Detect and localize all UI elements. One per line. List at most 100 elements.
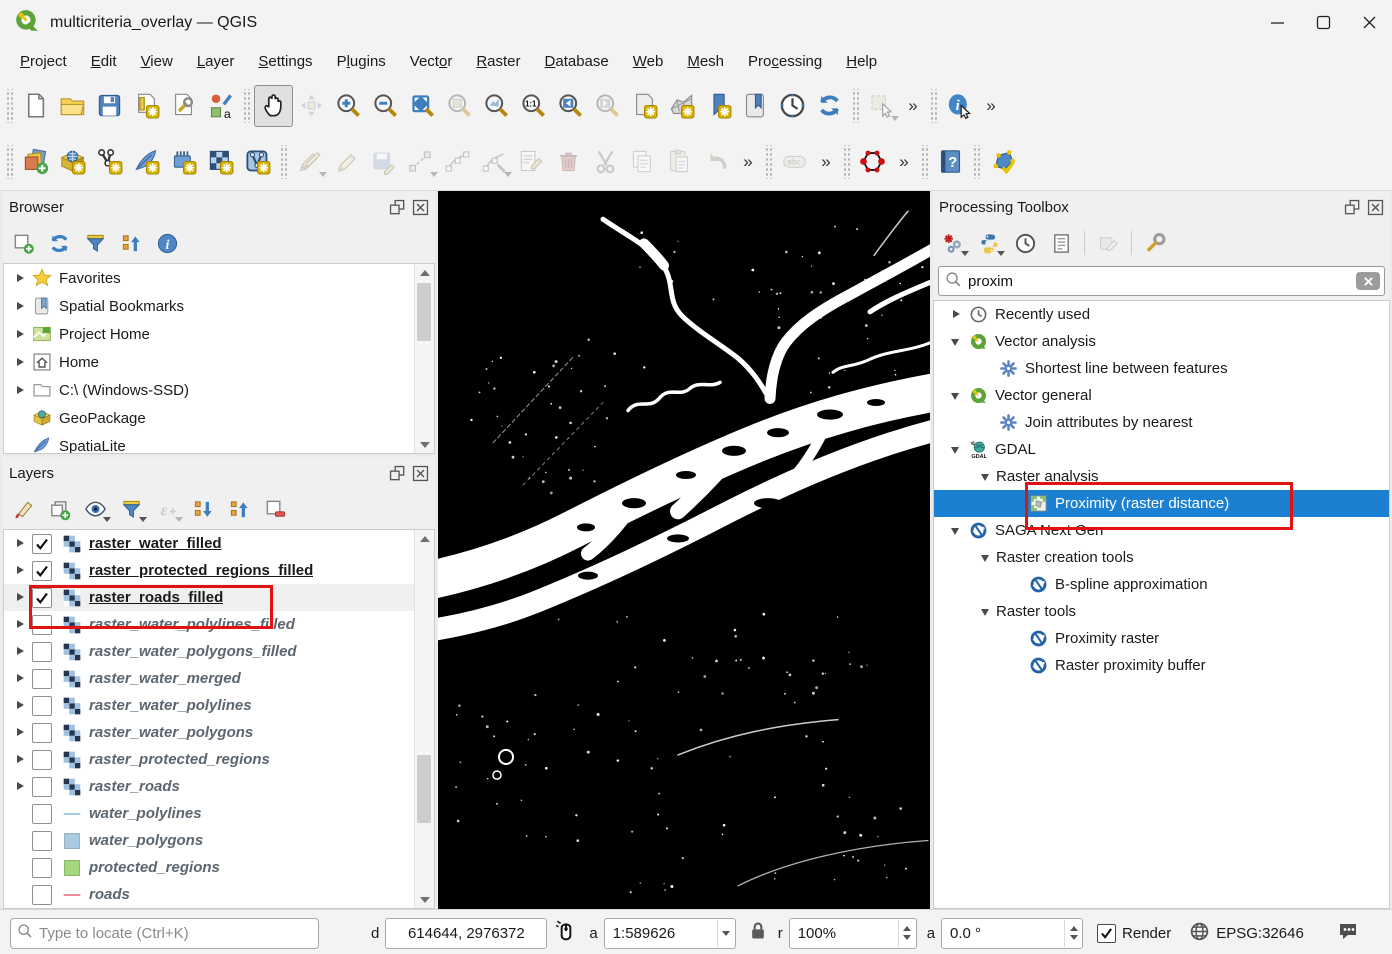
layer-item-raster_roads_filled[interactable]: raster_roads_filled [4,584,434,611]
toolbar-overflow[interactable]: » [900,96,926,116]
browser-item-geopackage[interactable]: GeoPackage [4,404,434,432]
close-button[interactable] [1346,0,1392,45]
zoom-to-layer-button[interactable] [478,86,515,126]
lock-scale-icon[interactable] [748,921,768,945]
layer-item-raster_water_filled[interactable]: raster_water_filled [4,530,434,557]
zoom-in-button[interactable] [330,86,367,126]
add-web-layer-button[interactable] [54,142,91,182]
add-spatialite-layer-button[interactable] [128,142,165,182]
new-3d-map-view-button[interactable] [663,86,700,126]
layer-visibility-checkbox[interactable] [32,615,52,635]
minimize-button[interactable] [1254,0,1300,45]
layer-visibility-checkbox[interactable] [32,642,52,662]
expander-icon[interactable] [12,536,30,552]
refresh-map-button[interactable] [811,86,848,126]
toolbox-float-icon[interactable] [1343,198,1361,216]
layers-close-icon[interactable] [411,464,429,482]
toolbar-handle[interactable] [764,145,773,179]
expander-icon[interactable] [12,382,30,398]
browser-scrollbar[interactable] [414,264,434,453]
geometry-checker-button[interactable] [984,142,1021,182]
toolbox-item-proximity-raster[interactable]: Proximity raster [934,625,1389,652]
toolbar-handle[interactable] [842,145,851,179]
menu-layer[interactable]: Layer [185,48,247,75]
filter-legend-button[interactable] [115,493,147,525]
toolbox-item-saga-next-gen[interactable]: SAGA Next Gen [934,517,1389,544]
refresh-browser-button[interactable] [43,227,75,259]
expander-icon[interactable] [12,590,30,606]
toolbar-handle[interactable] [972,145,981,179]
scroll-up-icon[interactable] [415,530,434,547]
magnifier-spinbox[interactable]: 100% [789,918,917,949]
menu-project[interactable]: Project [8,48,79,75]
expander-icon[interactable] [978,469,996,485]
layer-item-raster_water_polylines[interactable]: raster_water_polylines [4,692,434,719]
layer-visibility-checkbox[interactable] [32,561,52,581]
map-canvas[interactable] [438,191,930,909]
menu-web[interactable]: Web [621,48,676,75]
scroll-down-icon[interactable] [415,436,434,453]
expander-icon[interactable] [12,752,30,768]
toolbox-item-proximity-raster-distance-[interactable]: Proximity (raster distance) [934,490,1389,517]
toolbar-handle[interactable] [851,89,860,123]
layer-item-water_polygons[interactable]: water_polygons [4,827,434,854]
collapse-all-browser-button[interactable] [115,227,147,259]
layer-visibility-checkbox[interactable] [32,831,52,851]
layer-item-protected_regions[interactable]: protected_regions [4,854,434,881]
identify-features-button[interactable]: i [941,86,978,126]
expander-icon[interactable] [948,388,966,404]
browser-float-icon[interactable] [388,198,406,216]
dropdown-caret-icon[interactable] [891,116,899,121]
menu-edit[interactable]: Edit [79,48,129,75]
layer-item-raster_water_polygons_filled[interactable]: raster_water_polygons_filled [4,638,434,665]
expand-all-button[interactable] [187,493,219,525]
menu-view[interactable]: View [129,48,185,75]
expander-icon[interactable] [12,354,30,370]
render-checkbox[interactable] [1097,924,1116,943]
expander-icon[interactable] [948,523,966,539]
layer-item-roads[interactable]: roads [4,881,434,908]
layer-visibility-checkbox[interactable] [32,588,52,608]
toolbox-search[interactable] [938,266,1385,296]
show-spatial-bookmarks-button[interactable] [737,86,774,126]
add-selected-layers-button[interactable] [7,227,39,259]
browser-item-c-windows-ssd-[interactable]: C:\ (Windows-SSD) [4,376,434,404]
toolbox-item-raster-creation-tools[interactable]: Raster creation tools [934,544,1389,571]
expander-icon[interactable] [12,270,30,286]
remove-layer-button[interactable] [259,493,291,525]
maximize-button[interactable] [1300,0,1346,45]
dropdown-caret-icon[interactable] [103,517,111,522]
menu-mesh[interactable]: Mesh [675,48,736,75]
menu-help[interactable]: Help [834,48,889,75]
open-layer-styling-button[interactable] [7,493,39,525]
scroll-up-icon[interactable] [415,264,434,281]
toolbar-handle[interactable] [279,145,288,179]
add-virtual-layer-button[interactable] [239,142,276,182]
expander-icon[interactable] [12,671,30,687]
expander-icon[interactable] [12,698,30,714]
toolbar-overflow[interactable]: » [891,152,917,172]
add-vector-layer-button[interactable] [91,142,128,182]
layer-visibility-checkbox[interactable] [32,777,52,797]
menu-plugins[interactable]: Plugins [325,48,398,75]
menu-raster[interactable]: Raster [464,48,532,75]
browser-close-icon[interactable] [411,198,429,216]
expander-icon[interactable] [12,644,30,660]
layer-item-raster_water_merged[interactable]: raster_water_merged [4,665,434,692]
layers-scrollbar[interactable] [414,530,434,908]
manage-map-themes-button[interactable] [79,493,111,525]
toolbox-search-input[interactable] [962,272,1356,291]
dropdown-caret-icon[interactable] [997,251,1005,256]
show-layout-manager-button[interactable] [165,86,202,126]
browser-item-project-home[interactable]: Project Home [4,320,434,348]
dropdown-caret-icon[interactable] [961,251,969,256]
menu-processing[interactable]: Processing [736,48,834,75]
layers-float-icon[interactable] [388,464,406,482]
toolbox-item-raster-proximity-buffer[interactable]: Raster proximity buffer [934,652,1389,679]
scale-dropdown-icon[interactable] [717,920,735,947]
toolbar-overflow[interactable]: » [813,152,839,172]
layer-visibility-checkbox[interactable] [32,858,52,878]
filter-browser-button[interactable] [79,227,111,259]
browser-item-home[interactable]: Home [4,348,434,376]
rotation-spinbox[interactable]: 0.0 ° [941,918,1083,949]
